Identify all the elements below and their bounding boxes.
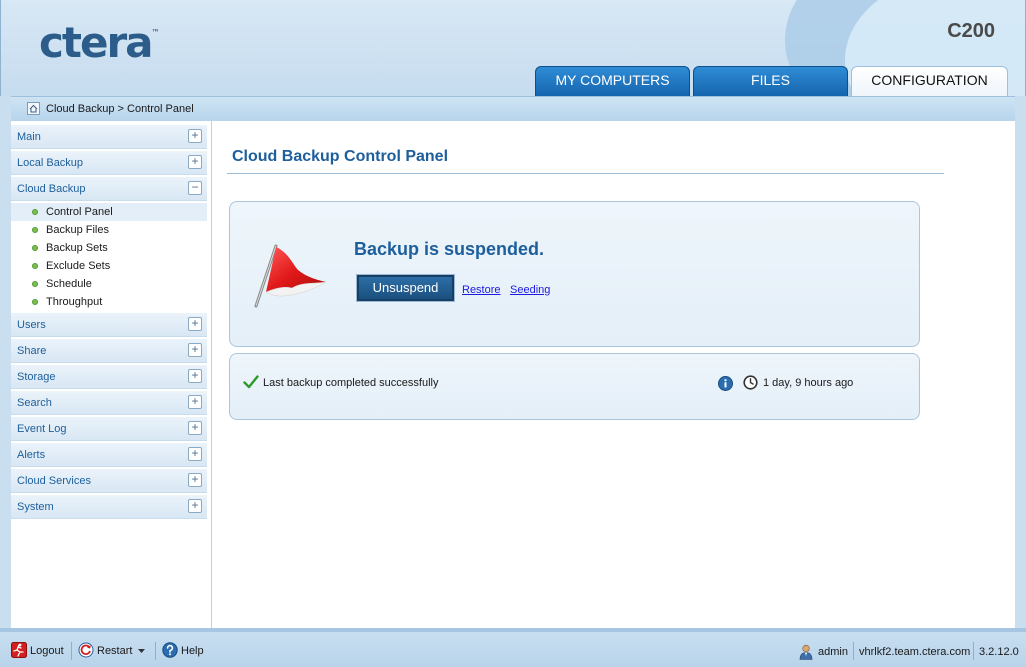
- sidebar-section-storage[interactable]: Storage +: [11, 365, 207, 389]
- last-backup-panel: Last backup completed successfully 1 day…: [229, 353, 920, 420]
- tab-files[interactable]: FILES: [693, 66, 848, 96]
- title-divider: [227, 173, 944, 174]
- expand-icon[interactable]: +: [188, 369, 202, 383]
- bullet-icon: [32, 245, 38, 251]
- sidebar-section-label: Storage: [17, 371, 56, 383]
- info-icon[interactable]: [718, 376, 733, 391]
- sidebar-section-label: Search: [17, 397, 52, 409]
- bullet-icon: [32, 209, 38, 215]
- restart-label: Restart: [97, 645, 133, 657]
- expand-icon[interactable]: +: [188, 129, 202, 143]
- sidebar-section-cloud-services[interactable]: Cloud Services +: [11, 469, 207, 493]
- expand-icon[interactable]: +: [188, 421, 202, 435]
- sidebar-section-label: Cloud Backup: [17, 183, 86, 195]
- clock-icon: [743, 375, 758, 390]
- sidebar-item-control-panel[interactable]: Control Panel: [11, 203, 207, 221]
- collapse-icon[interactable]: −: [188, 181, 202, 195]
- user-icon: [799, 644, 813, 660]
- sidebar-section-share[interactable]: Share +: [11, 339, 207, 363]
- logout-icon: [11, 642, 27, 658]
- page-title: Cloud Backup Control Panel: [232, 148, 449, 165]
- expand-icon[interactable]: +: [188, 447, 202, 461]
- sidebar-section-search[interactable]: Search +: [11, 391, 207, 415]
- sidebar-item-backup-files[interactable]: Backup Files: [11, 221, 207, 239]
- logout-button[interactable]: Logout: [11, 641, 69, 659]
- sidebar-section-system[interactable]: System +: [11, 495, 207, 519]
- sidebar-item-label: Control Panel: [46, 206, 113, 218]
- red-flag-icon: [254, 244, 327, 308]
- last-backup-message: Last backup completed successfully: [263, 377, 439, 389]
- sidebar-item-label: Throughput: [46, 296, 103, 308]
- chevron-down-icon[interactable]: [138, 649, 145, 653]
- expand-icon[interactable]: +: [188, 155, 202, 169]
- expand-icon[interactable]: +: [188, 473, 202, 487]
- sidebar-item-schedule[interactable]: Schedule: [11, 275, 207, 293]
- firmware-version: 3.2.12.0: [979, 646, 1019, 658]
- sidebar-item-exclude-sets[interactable]: Exclude Sets: [11, 257, 207, 275]
- device-model: C200: [947, 20, 995, 42]
- sidebar-item-label: Backup Sets: [46, 242, 108, 254]
- sidebar-section-label: Event Log: [17, 423, 67, 435]
- main-content: Cloud Backup Control Panel Backup is sus…: [212, 121, 1015, 628]
- sidebar-section-label: System: [17, 501, 54, 513]
- unsuspend-button[interactable]: Unsuspend: [356, 274, 455, 302]
- header: ctera™ C200 MY COMPUTERS FILES CONFIGURA…: [0, 0, 1026, 96]
- footer-divider: [155, 642, 156, 660]
- help-label: Help: [181, 645, 204, 657]
- footer-divider: [71, 642, 72, 660]
- breadcrumb: Cloud Backup > Control Panel: [11, 96, 1015, 121]
- expand-icon[interactable]: +: [188, 395, 202, 409]
- restart-icon: [78, 642, 94, 658]
- home-icon[interactable]: [27, 102, 40, 115]
- expand-icon[interactable]: +: [188, 343, 202, 357]
- sidebar-item-throughput[interactable]: Throughput: [11, 293, 207, 311]
- tab-configuration[interactable]: CONFIGURATION: [851, 66, 1008, 96]
- sidebar-section-users[interactable]: Users +: [11, 313, 207, 337]
- sidebar-section-label: Cloud Services: [17, 475, 91, 487]
- last-backup-time: 1 day, 9 hours ago: [763, 377, 854, 389]
- sidebar-section-cloud-backup[interactable]: Cloud Backup −: [11, 177, 207, 201]
- restart-button[interactable]: Restart: [78, 641, 150, 659]
- checkmark-icon: [243, 375, 259, 389]
- bullet-icon: [32, 263, 38, 269]
- sidebar-section-alerts[interactable]: Alerts +: [11, 443, 207, 467]
- sidebar-section-local-backup[interactable]: Local Backup +: [11, 151, 207, 175]
- status-heading: Backup is suspended.: [354, 239, 545, 259]
- sidebar-section-event-log[interactable]: Event Log +: [11, 417, 207, 441]
- sidebar-section-label: Local Backup: [17, 157, 84, 169]
- bullet-icon: [32, 227, 38, 233]
- bullet-icon: [32, 299, 38, 305]
- sidebar-item-label: Exclude Sets: [46, 260, 111, 272]
- footer-divider: [853, 642, 854, 660]
- footer-divider: [973, 642, 974, 660]
- backup-status-panel: Backup is suspended. Unsuspend Restore S…: [229, 201, 920, 347]
- sidebar-item-backup-sets[interactable]: Backup Sets: [11, 239, 207, 257]
- cloud-backup-submenu: Control Panel Backup Files Backup Sets E…: [11, 203, 207, 311]
- breadcrumb-text: Cloud Backup > Control Panel: [46, 103, 194, 115]
- expand-icon[interactable]: +: [188, 317, 202, 331]
- tab-my-computers[interactable]: MY COMPUTERS: [535, 66, 690, 96]
- seeding-link[interactable]: Seeding: [510, 284, 550, 296]
- sidebar-section-label: Users: [17, 319, 46, 331]
- ctera-logo: ctera™: [39, 18, 160, 67]
- sidebar-item-label: Backup Files: [46, 224, 109, 236]
- current-user: admin: [818, 646, 848, 658]
- expand-icon[interactable]: +: [188, 499, 202, 513]
- help-icon: [162, 642, 178, 658]
- bullet-icon: [32, 281, 38, 287]
- restore-link[interactable]: Restore: [462, 284, 501, 296]
- hostname: vhrlkf2.team.ctera.com: [859, 646, 971, 658]
- sidebar-item-label: Schedule: [46, 278, 92, 290]
- sidebar: Main + Local Backup + Cloud Backup − Con…: [11, 121, 212, 628]
- sidebar-section-main[interactable]: Main +: [11, 125, 207, 149]
- logout-label: Logout: [30, 645, 64, 657]
- help-button[interactable]: Help: [162, 641, 212, 659]
- sidebar-section-label: Alerts: [17, 449, 46, 461]
- footer-bar: Logout Restart Help admin vhrlkf2.team.c…: [0, 628, 1026, 667]
- sidebar-section-label: Main: [17, 131, 41, 143]
- sidebar-section-label: Share: [17, 345, 47, 357]
